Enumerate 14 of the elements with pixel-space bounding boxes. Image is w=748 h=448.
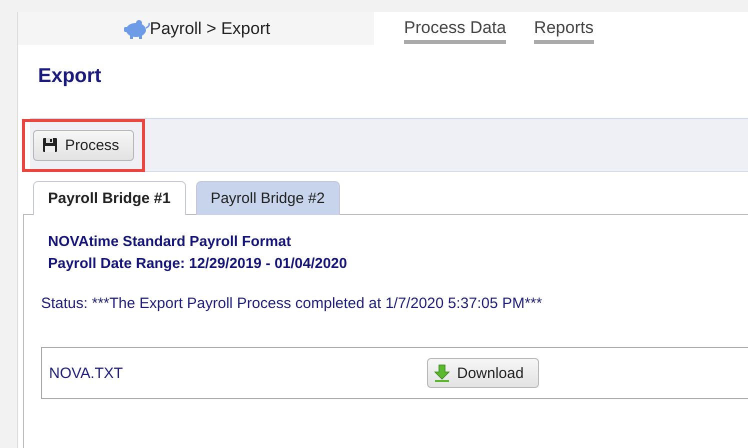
format-info: NOVAtime Standard Payroll Format [48,233,292,252]
nav-link[interactable]: Reports [534,18,594,44]
download-button[interactable]: Download [427,358,539,388]
download-arrow-icon [434,364,450,382]
tab[interactable]: Payroll Bridge #2 [196,181,340,215]
tab[interactable]: Payroll Bridge #1 [33,181,186,215]
status-message: Status: ***The Export Payroll Process completed at 1/7/2020 5:37:05 PM*** [41,295,544,312]
piggy-bank-icon [122,18,150,38]
file-name: NOVA.TXT [49,364,124,382]
page-title: Export [37,64,102,89]
breadcrumb: Payroll > Export [150,18,270,38]
format-info: Payroll Date Range: 12/29/2019 - 01/04/2020 [48,255,348,274]
nav-link[interactable]: Process Data [404,18,506,44]
process-button[interactable]: Process [33,130,134,160]
